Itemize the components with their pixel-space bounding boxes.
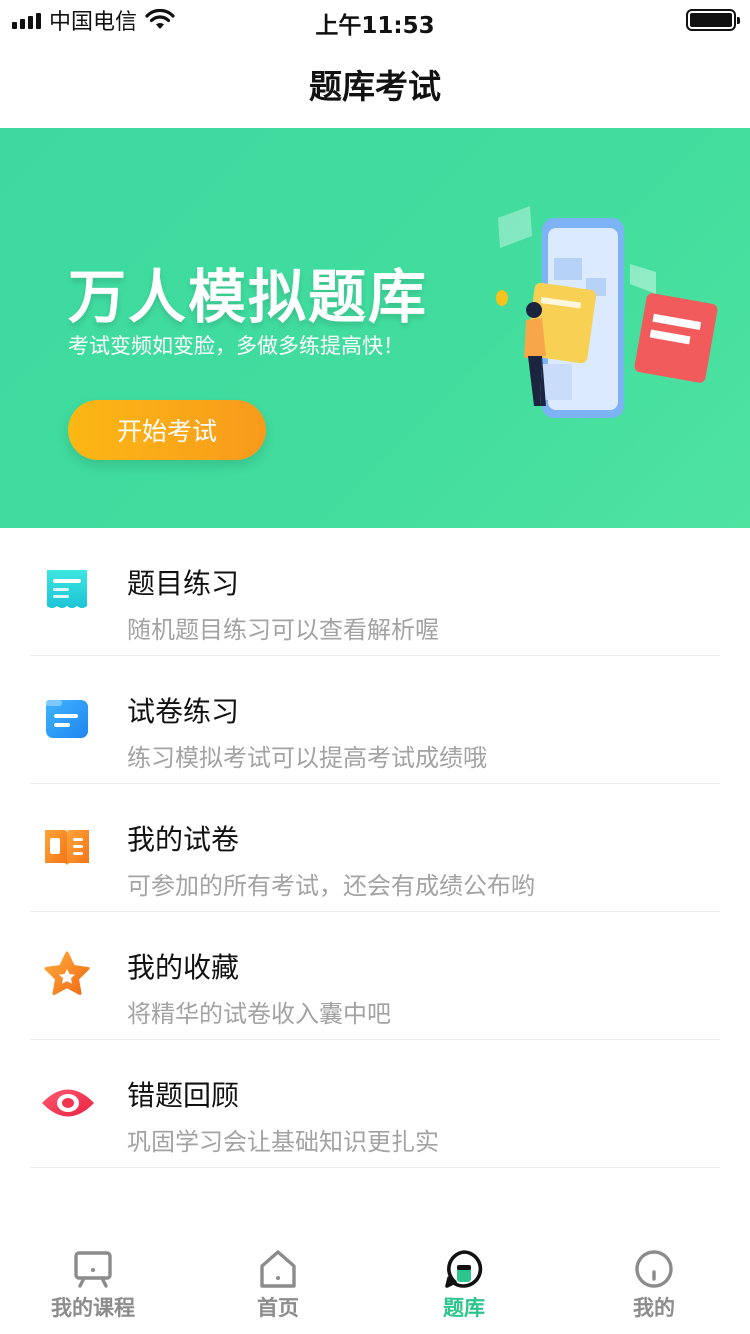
promo-banner[interactable]: 万人模拟题库 考试变频如变脸，多做多练提高快！ 开始考试	[0, 128, 750, 528]
status-bar: 中国电信 上午11:53	[0, 0, 750, 40]
item-description: 练习模拟考试可以提高考试成绩哦	[127, 744, 487, 772]
tab-label: 我的	[633, 1296, 675, 1320]
presentation-board-icon	[74, 1251, 112, 1288]
open-book-icon	[45, 830, 89, 866]
paper-icon	[46, 700, 88, 738]
profile-icon	[635, 1250, 673, 1288]
item-title: 我的试卷	[127, 823, 240, 856]
list-item-paper-practice[interactable]: 试卷练习 练习模拟考试可以提高考试成绩哦	[30, 656, 720, 784]
item-title: 试卷练习	[127, 695, 240, 728]
tab-question-bank[interactable]: 题库	[404, 1248, 524, 1328]
item-description: 巩固学习会让基础知识更扎实	[127, 1128, 439, 1156]
tab-label: 题库	[443, 1296, 485, 1320]
list-item-question-practice[interactable]: 题目练习 随机题目练习可以查看解析喔	[30, 528, 720, 656]
page-title: 题库考试	[309, 67, 441, 106]
nav-bar: 题库考试	[0, 40, 750, 128]
tab-label: 首页	[257, 1296, 299, 1320]
tab-label: 我的课程	[51, 1296, 135, 1320]
item-title: 错题回顾	[127, 1079, 240, 1112]
question-sheet-icon	[47, 570, 87, 608]
bottom-tab-bar: 我的课程 首页 题库 我的	[0, 1238, 750, 1334]
item-description: 可参加的所有考试，还会有成绩公布哟	[127, 872, 535, 900]
list-item-favorites[interactable]: 我的收藏 将精华的试卷收入囊中吧	[30, 912, 720, 1040]
battery-icon	[686, 9, 740, 31]
banner-subtitle: 考试变频如变脸，多做多练提高快！	[68, 334, 404, 358]
status-time: 上午11:53	[315, 13, 435, 39]
tab-profile[interactable]: 我的	[594, 1248, 714, 1328]
tab-home[interactable]: 首页	[218, 1248, 338, 1328]
tab-my-courses[interactable]: 我的课程	[33, 1248, 153, 1328]
item-title: 题目练习	[127, 567, 240, 600]
list-item-my-papers[interactable]: 我的试卷 可参加的所有考试，还会有成绩公布哟	[30, 784, 720, 912]
home-icon	[260, 1250, 296, 1288]
item-description: 将精华的试卷收入囊中吧	[127, 1000, 391, 1028]
eye-icon	[42, 1089, 94, 1117]
banner-title: 万人模拟题库	[68, 263, 429, 331]
star-icon	[44, 951, 90, 995]
item-title: 我的收藏	[127, 951, 240, 984]
start-exam-button[interactable]: 开始考试	[68, 400, 266, 460]
phone-illustration-icon	[496, 206, 718, 418]
item-description: 随机题目练习可以查看解析喔	[127, 616, 439, 644]
list-item-wrong-review[interactable]: 错题回顾 巩固学习会让基础知识更扎实	[30, 1040, 720, 1168]
feature-list: 题目练习 随机题目练习可以查看解析喔 试卷练习 练习模拟考试可以提高考试成绩哦 …	[30, 528, 720, 1168]
question-bank-icon	[445, 1250, 483, 1288]
